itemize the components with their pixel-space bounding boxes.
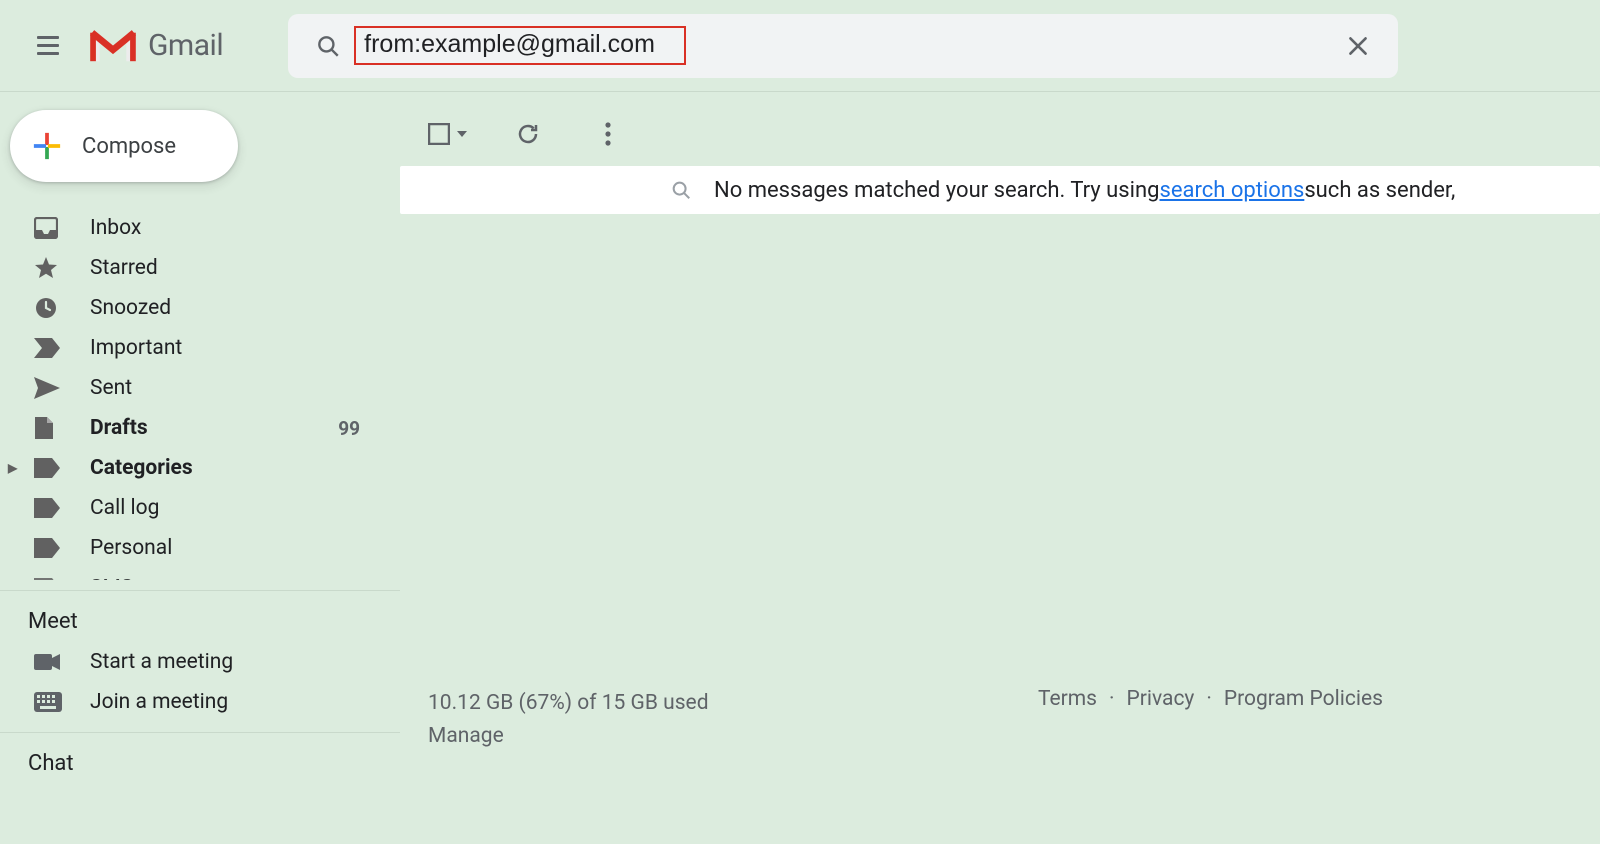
- search-input-highlight: [354, 26, 686, 65]
- refresh-button[interactable]: [508, 114, 548, 154]
- empty-text-suffix: such as sender,: [1304, 178, 1455, 203]
- sidebar-item-important[interactable]: Important: [0, 328, 400, 368]
- sidebar-item-inbox[interactable]: Inbox: [0, 208, 400, 248]
- item-count: 99: [338, 417, 360, 440]
- keyboard-icon: [34, 692, 90, 712]
- meet-section-title: Meet: [0, 599, 400, 642]
- sidebar-item-categories[interactable]: ▶ Categories: [0, 448, 400, 488]
- join-meeting-label: Join a meeting: [90, 690, 228, 714]
- sent-icon: [34, 377, 90, 399]
- start-meeting-button[interactable]: Start a meeting: [0, 642, 400, 682]
- manage-storage-link[interactable]: Manage: [428, 724, 504, 748]
- nav-label: Snoozed: [90, 296, 171, 320]
- select-all-checkbox[interactable]: [428, 123, 468, 145]
- footer: 10.12 GB (67%) of 15 GB used Manage Term…: [428, 687, 1580, 754]
- sidebar-item-drafts[interactable]: Drafts 99: [0, 408, 400, 448]
- more-vert-icon: [605, 122, 611, 146]
- compose-label: Compose: [82, 134, 176, 159]
- clear-search-button[interactable]: [1338, 26, 1378, 66]
- nav-label: Categories: [90, 456, 193, 480]
- file-icon: [34, 416, 90, 440]
- empty-results-banner: No messages matched your search. Try usi…: [400, 166, 1600, 214]
- sidebar-item-snoozed[interactable]: Snoozed: [0, 288, 400, 328]
- label-icon: [34, 538, 90, 558]
- nav-label: Drafts: [90, 416, 148, 440]
- more-button[interactable]: [588, 114, 628, 154]
- storage-usage-text: 10.12 GB (67%) of 15 GB used: [428, 687, 709, 721]
- inbox-icon: [34, 217, 90, 239]
- compose-button[interactable]: Compose: [10, 110, 238, 182]
- clock-icon: [34, 296, 90, 320]
- hamburger-icon: [37, 36, 59, 55]
- label-icon: [34, 458, 90, 478]
- nav-label: Important: [90, 336, 182, 360]
- label-icon: [34, 498, 90, 518]
- search-options-link[interactable]: search options: [1160, 178, 1305, 203]
- main-menu-button[interactable]: [24, 22, 72, 70]
- sidebar-item-sent[interactable]: Sent: [0, 368, 400, 408]
- gmail-wordmark: Gmail: [148, 28, 223, 63]
- chat-section-title: Chat: [0, 741, 400, 784]
- join-meeting-button[interactable]: Join a meeting: [0, 682, 400, 722]
- gmail-logo[interactable]: Gmail: [88, 27, 223, 65]
- plus-icon: [32, 131, 62, 161]
- search-icon[interactable]: [308, 33, 348, 59]
- main-content: No messages matched your search. Try usi…: [400, 92, 1600, 844]
- expand-caret-icon: ▶: [8, 461, 17, 475]
- search-icon: [670, 179, 692, 201]
- terms-link[interactable]: Terms: [1038, 687, 1097, 711]
- nav-label: Call log: [90, 496, 159, 520]
- nav-label: Personal: [90, 536, 172, 560]
- label-icon: [34, 578, 90, 580]
- sidebar-item-call-log[interactable]: Call log: [0, 488, 400, 528]
- video-icon: [34, 652, 90, 672]
- gmail-m-icon: [88, 27, 138, 65]
- nav-label: SMS: [90, 576, 133, 580]
- toolbar: [400, 106, 1600, 162]
- refresh-icon: [516, 122, 540, 146]
- empty-text-prefix: No messages matched your search. Try usi…: [714, 178, 1160, 203]
- dropdown-caret-icon: [456, 128, 468, 140]
- program-policies-link[interactable]: Program Policies: [1224, 687, 1383, 711]
- sidebar-item-sms[interactable]: SMS: [0, 568, 400, 580]
- nav-label: Inbox: [90, 216, 141, 240]
- sidebar-item-personal[interactable]: Personal: [0, 528, 400, 568]
- sidebar: Compose Inbox Starred Snoozed Important Sent…: [0, 92, 400, 844]
- nav-label: Sent: [90, 376, 132, 400]
- nav-label: Starred: [90, 256, 158, 280]
- star-icon: [34, 256, 90, 280]
- privacy-link[interactable]: Privacy: [1127, 687, 1195, 711]
- search-input[interactable]: [364, 30, 674, 59]
- start-meeting-label: Start a meeting: [90, 650, 233, 674]
- search-bar[interactable]: [288, 14, 1398, 78]
- sidebar-item-starred[interactable]: Starred: [0, 248, 400, 288]
- important-icon: [34, 338, 90, 358]
